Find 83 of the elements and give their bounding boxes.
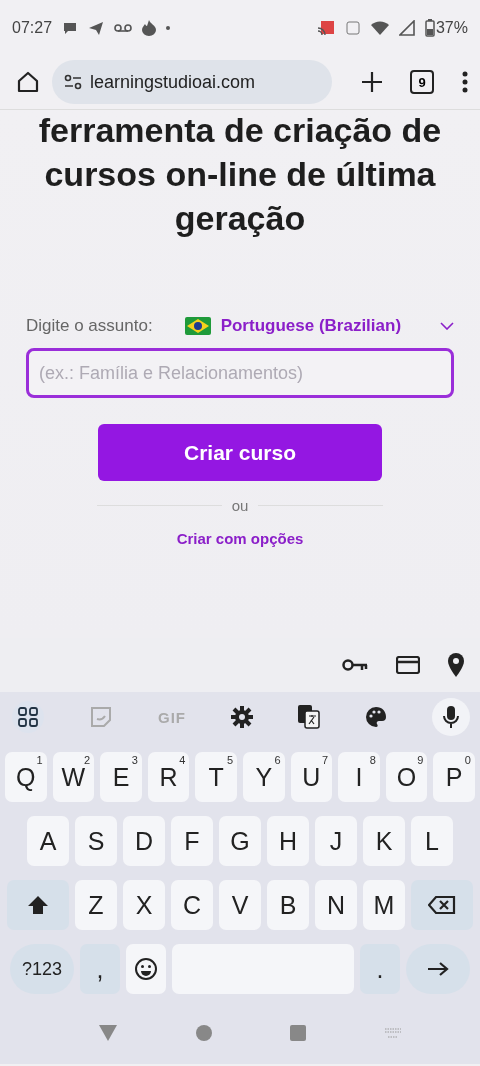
keyboard-key[interactable]: T 5: [195, 752, 237, 802]
microphone-icon[interactable]: [443, 705, 459, 729]
key-hint: 6: [274, 754, 281, 766]
shift-icon: [27, 895, 49, 915]
keyboard-key[interactable]: G: [219, 816, 261, 866]
key-hint: 7: [322, 754, 329, 766]
location-pin-icon[interactable]: [448, 653, 464, 677]
settings-icon[interactable]: [231, 706, 253, 728]
cast-icon: [316, 19, 335, 36]
keyboard-key[interactable]: Q 1: [5, 752, 47, 802]
divider-text: ou: [231, 497, 249, 514]
keyboard-key[interactable]: M: [363, 880, 405, 930]
brazil-flag-icon: [184, 317, 211, 335]
home-circle-icon[interactable]: [194, 1024, 213, 1042]
translate-icon[interactable]: [298, 705, 320, 729]
shift-key[interactable]: [7, 880, 69, 930]
create-with-options-link[interactable]: Criar com opções: [176, 530, 304, 547]
emoji-key[interactable]: [126, 944, 166, 994]
clock: 07:27: [12, 18, 53, 37]
signal-icon: [398, 19, 415, 36]
key-hint: 3: [131, 754, 138, 766]
keyboard-key[interactable]: E 3: [100, 752, 142, 802]
backspace-key[interactable]: [411, 880, 473, 930]
keyboard-key[interactable]: X: [123, 880, 165, 930]
battery-percent: 37%: [435, 18, 468, 37]
language-select[interactable]: Portuguese (Brazilian): [220, 316, 430, 336]
create-course-button[interactable]: Criar curso: [98, 424, 382, 481]
key-hint: 2: [84, 754, 91, 766]
key-hint: 8: [369, 754, 376, 766]
keyboard-key[interactable]: H: [267, 816, 309, 866]
apps-grid-icon[interactable]: [18, 707, 38, 727]
keyboard-key[interactable]: ,: [80, 944, 120, 994]
backspace-icon: [428, 895, 456, 915]
keyboard-key[interactable]: U 7: [290, 752, 333, 802]
keyboard-key[interactable]: S: [75, 816, 117, 866]
keyboard-key[interactable]: B: [267, 880, 309, 930]
keyboard-key[interactable]: .: [360, 944, 400, 994]
subject-label: Digite o assunto:: [26, 316, 153, 336]
key-icon[interactable]: [342, 658, 368, 672]
key-hint: 4: [179, 754, 186, 766]
key-hint: 9: [417, 754, 424, 766]
keyboard-key[interactable]: Z: [75, 880, 117, 930]
keyboard-key[interactable]: K: [363, 816, 405, 866]
smiley-icon: [134, 957, 158, 981]
keyboard-key[interactable]: L: [411, 816, 453, 866]
palette-icon[interactable]: [365, 706, 387, 728]
enter-key[interactable]: [406, 944, 470, 994]
keyboard-key[interactable]: I 8: [338, 752, 380, 802]
send-icon: [88, 19, 105, 36]
chevron-down-icon[interactable]: [440, 322, 454, 330]
keyboard-key[interactable]: D: [123, 816, 165, 866]
recents-square-icon[interactable]: [289, 1024, 308, 1042]
wifi-icon: [370, 19, 389, 36]
page-heading: ferramenta de criação de cursos on-line de última geração: [37, 110, 443, 239]
site-settings-icon[interactable]: [64, 74, 82, 90]
keyboard-key[interactable]: C: [171, 880, 213, 930]
home-icon[interactable]: [16, 70, 40, 94]
tab-count-button[interactable]: 9: [410, 70, 434, 94]
address-bar[interactable]: learningstudioai.com: [52, 60, 332, 104]
keyboard-key[interactable]: V: [219, 880, 261, 930]
menu-icon[interactable]: [462, 71, 468, 93]
keyboard-key[interactable]: N: [315, 880, 357, 930]
key-hint: 5: [226, 754, 233, 766]
back-triangle-icon[interactable]: [98, 1024, 119, 1042]
arrow-right-icon: [426, 961, 450, 977]
keyboard-key[interactable]: J: [315, 816, 357, 866]
plus-icon[interactable]: [362, 72, 382, 92]
keyboard-key[interactable]: A: [27, 816, 69, 866]
voicemail-icon: [114, 22, 133, 33]
battery-icon: [424, 18, 435, 37]
symbols-key[interactable]: ?123: [10, 944, 74, 994]
subject-field[interactable]: (ex.: Família e Relacionamentos): [26, 348, 454, 398]
card-icon[interactable]: [396, 656, 420, 674]
flame-icon: [142, 19, 157, 36]
keyboard-key[interactable]: R 4: [147, 752, 190, 802]
keyboard-key[interactable]: W 2: [52, 752, 95, 802]
keyboard-key[interactable]: F: [171, 816, 213, 866]
keyboard-key[interactable]: Y 6: [243, 752, 285, 802]
key-hint: 0: [464, 754, 471, 766]
dot-icon: [166, 25, 171, 30]
keyboard-key[interactable]: P 0: [433, 752, 475, 802]
keyboard-key[interactable]: O 9: [385, 752, 428, 802]
key-hint: 1: [36, 754, 43, 766]
